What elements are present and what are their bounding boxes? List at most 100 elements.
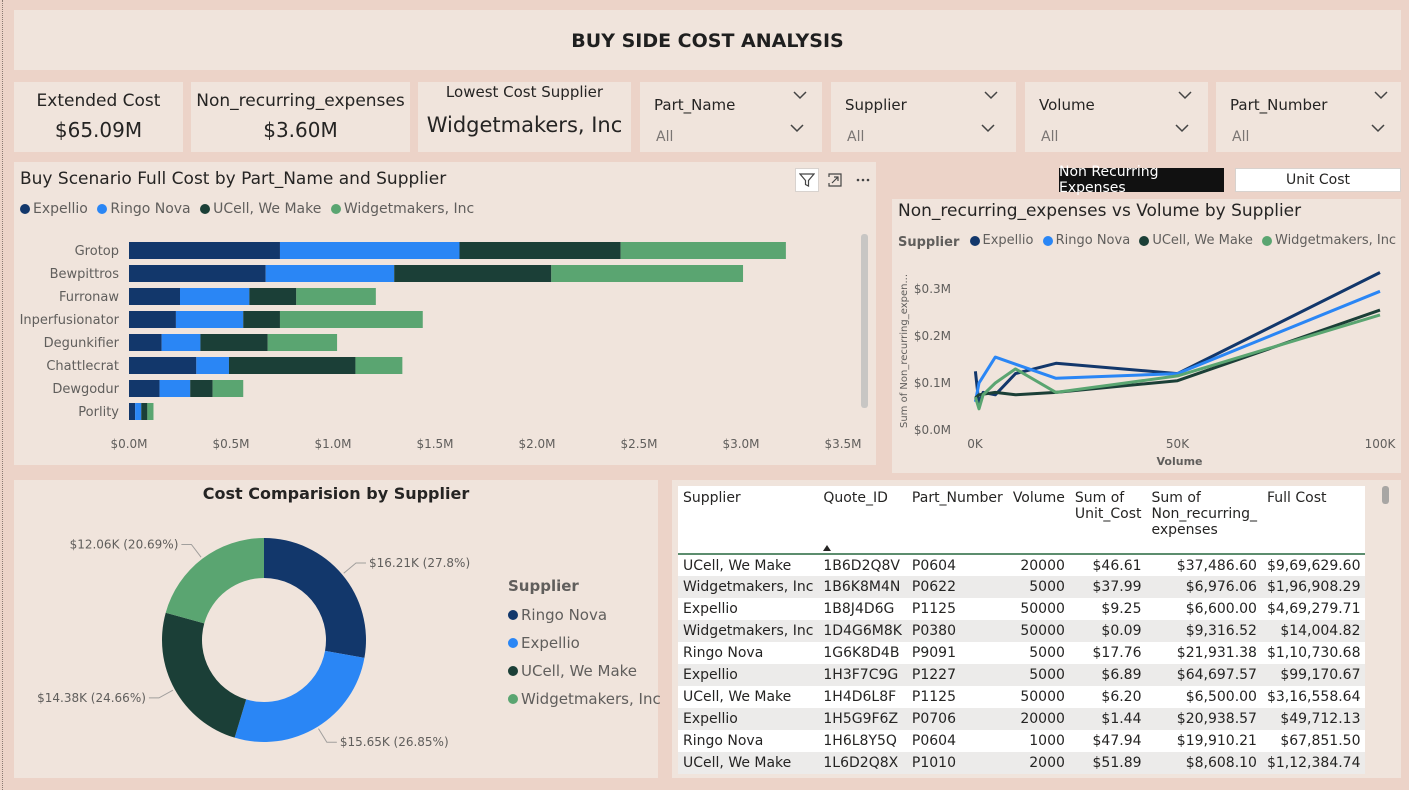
bar-segment[interactable]	[141, 403, 148, 420]
bar-segment[interactable]	[180, 288, 250, 305]
legend-item[interactable]: Expellio	[20, 201, 88, 217]
bar-segment[interactable]	[200, 334, 268, 351]
slicer-part-number[interactable]: Part_Number All	[1216, 82, 1401, 152]
column-header-quote-id[interactable]: Quote_ID	[818, 486, 907, 555]
bar-segment[interactable]	[267, 334, 338, 351]
bar-segment[interactable]	[394, 265, 552, 282]
chevron-down-icon[interactable]	[1175, 124, 1189, 133]
series-line[interactable]	[974, 308, 1381, 400]
donut-slice[interactable]	[162, 612, 247, 738]
chevron-down-icon[interactable]	[1371, 124, 1385, 133]
legend-item[interactable]: Widgetmakers, Inc	[1262, 233, 1396, 248]
slicer-supplier[interactable]: Supplier All	[831, 82, 1016, 152]
chevron-down-icon[interactable]	[1374, 91, 1388, 100]
chevron-down-icon[interactable]	[790, 124, 804, 133]
legend-item[interactable]: Ringo Nova	[97, 201, 191, 217]
bar-segment[interactable]	[212, 380, 244, 397]
chevron-down-icon[interactable]	[984, 91, 998, 100]
bar-segment[interactable]	[129, 357, 197, 374]
legend-label: UCell, We Make	[1152, 233, 1253, 248]
legend-item[interactable]: Ringo Nova	[508, 601, 661, 629]
slicer-selected-value[interactable]: All	[656, 129, 673, 145]
table-cell: 1H5G9F6Z	[818, 708, 907, 730]
legend-item[interactable]: UCell, We Make	[200, 201, 321, 217]
unit-cost-toggle[interactable]: Unit Cost	[1235, 168, 1401, 192]
legend-dot-icon	[1262, 235, 1272, 246]
legend-item[interactable]: Expellio	[969, 233, 1033, 248]
bar-segment[interactable]	[129, 380, 160, 397]
legend-item[interactable]: UCell, We Make	[1139, 233, 1253, 248]
column-header-part-number[interactable]: Part_Number	[906, 486, 1008, 555]
bar-segment[interactable]	[249, 288, 297, 305]
table-row[interactable]: Expellio 1B8J4D6G P1125 50000 $9.25 $6,600.00…	[678, 598, 1366, 620]
bar-segment[interactable]	[135, 403, 142, 420]
series-line[interactable]	[973, 289, 1381, 403]
bar-segment[interactable]	[129, 242, 280, 259]
column-header-unit-cost[interactable]: Sum of Unit_Cost	[1069, 486, 1147, 555]
bar-segment[interactable]	[228, 357, 356, 374]
legend-item[interactable]: Expellio	[508, 629, 661, 657]
table-row[interactable]: UCell, We Make 1H4D6L8F P1125 50000 $6.20 $6,…	[678, 686, 1366, 708]
table-cell: P0380	[906, 620, 1008, 642]
bar-segment[interactable]	[161, 334, 201, 351]
table-row[interactable]: Ringo Nova 1G6K8D4B P9091 5000 $17.76 $21,931…	[678, 642, 1366, 664]
table-row[interactable]: UCell, We Make 1B6D2Q8V P0604 20000 $46.61 $3…	[678, 554, 1366, 576]
bar-segment[interactable]	[129, 265, 266, 282]
slicer-selected-value[interactable]: All	[1232, 129, 1249, 145]
table-row[interactable]: Ringo Nova 1H6L8Y5Q P0604 1000 $47.94 $19,910…	[678, 730, 1366, 752]
series-line[interactable]	[973, 271, 1381, 406]
table-row[interactable]: Expellio 1H5G9F6Z P0706 20000 $1.44 $20,938.5…	[678, 708, 1366, 730]
chevron-down-icon[interactable]	[793, 91, 807, 100]
column-header-volume[interactable]: Volume	[1007, 486, 1070, 555]
donut-slice[interactable]	[165, 538, 264, 624]
bar-segment[interactable]	[355, 357, 403, 374]
table-cell: $6,600.00	[1146, 598, 1262, 620]
focus-mode-icon[interactable]	[823, 168, 847, 192]
slicer-selected-value[interactable]: All	[1041, 129, 1058, 145]
bar-segment[interactable]	[129, 311, 176, 328]
bar-segment[interactable]	[551, 265, 744, 282]
more-options-icon[interactable]	[851, 168, 875, 192]
table-row[interactable]: Widgetmakers, Inc 1B6K8M4N P0622 5000 $37.99…	[678, 576, 1366, 598]
table-scrollbar[interactable]	[1382, 486, 1389, 504]
legend-item[interactable]: Widgetmakers, Inc	[508, 685, 661, 713]
bar-segment[interactable]	[147, 403, 154, 420]
donut-slice[interactable]	[264, 538, 366, 658]
table-header-row: Supplier Quote_ID Part_Number Volume Sum…	[678, 486, 1366, 555]
bar-segment[interactable]	[196, 357, 229, 374]
legend-item[interactable]: UCell, We Make	[508, 657, 661, 685]
chevron-down-icon[interactable]	[1178, 91, 1192, 100]
bar-segment[interactable]	[243, 311, 280, 328]
kpi-label: Lowest Cost Supplier	[445, 83, 604, 101]
column-header-non-recurring[interactable]: Sum of Non_recurring_ expenses	[1146, 486, 1262, 555]
bar-segment[interactable]	[279, 242, 460, 259]
bar-segment[interactable]	[129, 288, 180, 305]
bar-segment[interactable]	[129, 334, 162, 351]
column-header-full-cost[interactable]: Full Cost	[1261, 486, 1366, 555]
table-cell: 1B6K8M4N	[818, 576, 907, 598]
non-recurring-expenses-toggle[interactable]: Non Recurring Expenses	[1059, 164, 1224, 196]
leader-line	[343, 562, 366, 574]
bar-segment[interactable]	[190, 380, 213, 397]
slicer-part-name[interactable]: Part_Name All	[640, 82, 822, 152]
bar-segment[interactable]	[175, 311, 244, 328]
bar-segment[interactable]	[459, 242, 621, 259]
bar-segment[interactable]	[620, 242, 786, 259]
donut-slice[interactable]	[234, 650, 365, 742]
bar-chart-scrollbar[interactable]	[861, 234, 868, 408]
table-row[interactable]: Expellio 1H3F7C9G P1227 5000 $6.89 $64,697.57…	[678, 664, 1366, 686]
table-row[interactable]: UCell, We Make 1L6D2Q8X P1010 2000 $51.89 $8,…	[678, 752, 1366, 774]
bar-segment[interactable]	[159, 380, 191, 397]
filter-icon[interactable]	[795, 168, 819, 192]
bar-segment[interactable]	[265, 265, 395, 282]
column-header-supplier[interactable]: Supplier	[678, 486, 819, 555]
chevron-down-icon[interactable]	[981, 124, 995, 133]
legend-item[interactable]: Widgetmakers, Inc	[330, 201, 474, 217]
legend-item[interactable]: Ringo Nova	[1042, 233, 1130, 248]
bar-segment[interactable]	[296, 288, 376, 305]
table-row[interactable]: Widgetmakers, Inc 1D4G6M8K P0380 50000 $0.09…	[678, 620, 1366, 642]
bar-segment[interactable]	[129, 403, 136, 420]
slicer-volume[interactable]: Volume All	[1025, 82, 1208, 152]
slicer-selected-value[interactable]: All	[847, 129, 864, 145]
bar-segment[interactable]	[279, 311, 423, 328]
